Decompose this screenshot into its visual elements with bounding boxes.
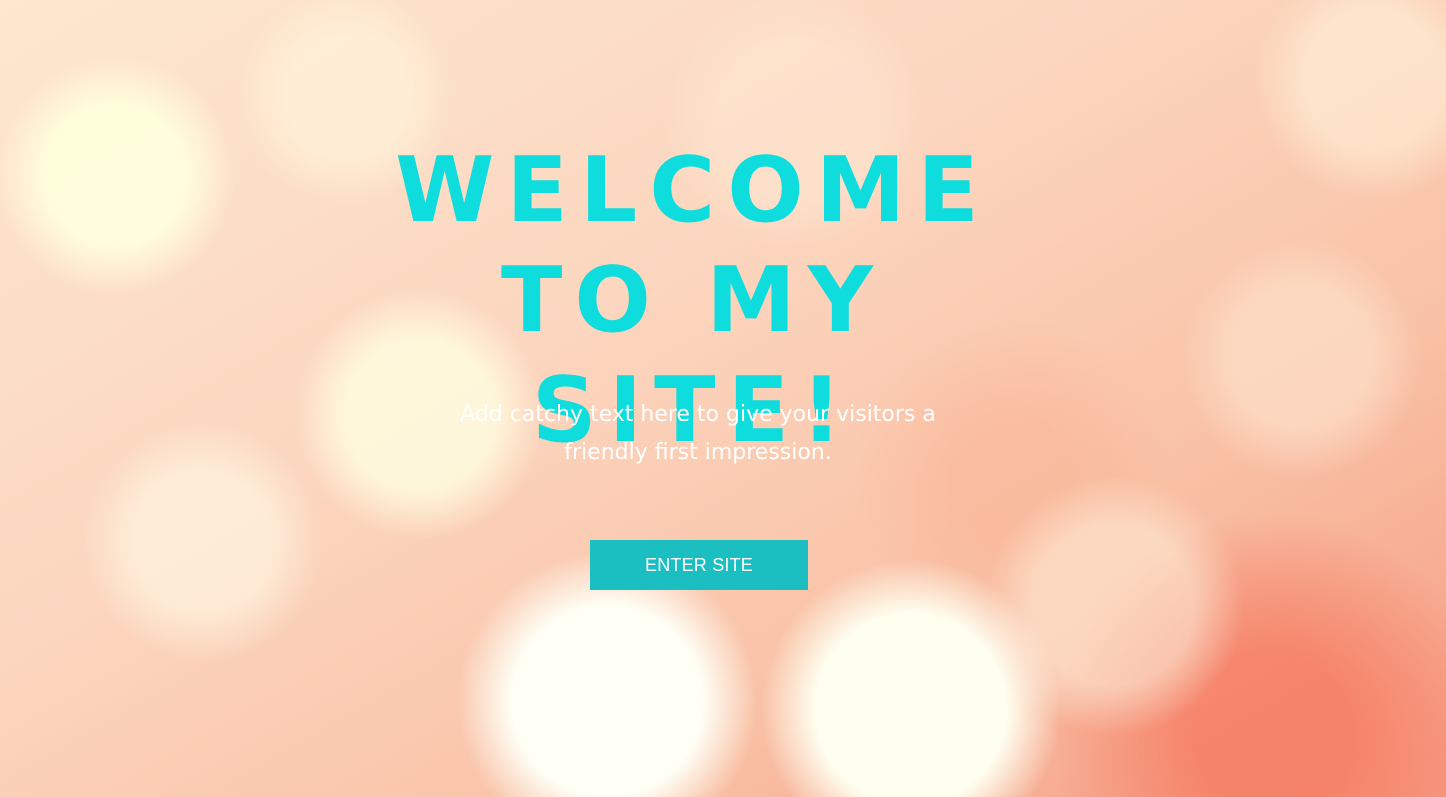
headline-line-1: WELCOME [395,138,991,243]
hero-tagline: Add catchy text here to give your visito… [448,396,948,472]
enter-site-button[interactable]: ENTER SITE [590,540,808,590]
tagline-line-2: friendly first impression. [564,440,832,465]
hero-section: WELCOME TO MY SITE! Add catchy text here… [0,0,1446,797]
tagline-line-1: Add catchy text here to give your visito… [460,402,936,427]
